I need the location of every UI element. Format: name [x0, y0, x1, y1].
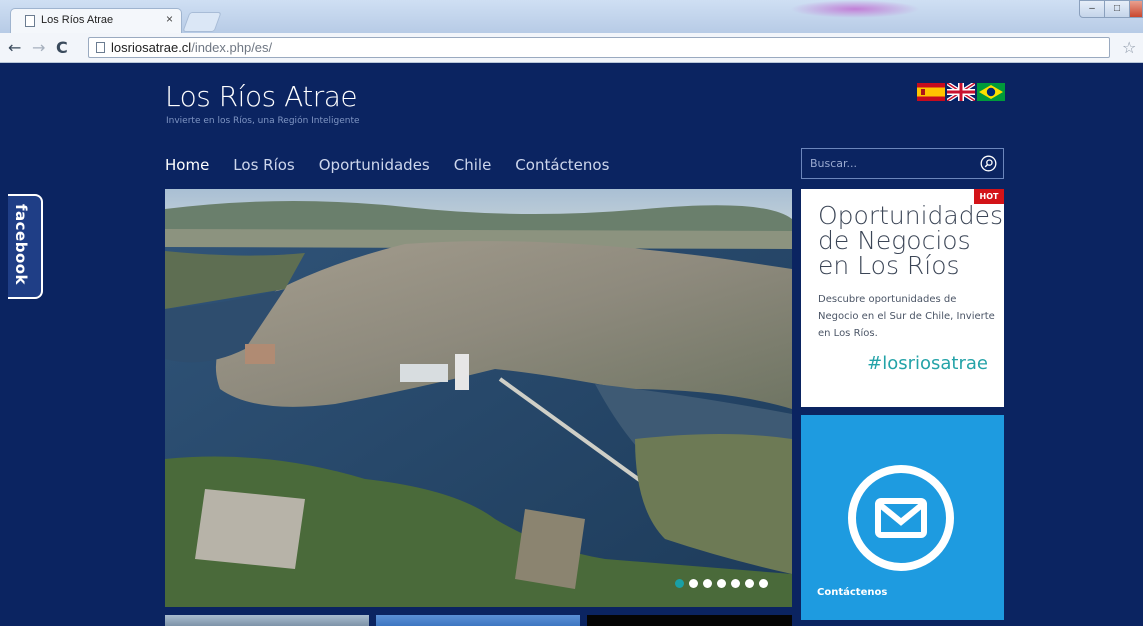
thumbnail-3[interactable]	[587, 615, 792, 626]
mail-icon	[848, 465, 954, 571]
browser-toolbar: ← → C losriosatrae.cl/index.php/es/ ☆	[0, 33, 1143, 63]
tab-close-button[interactable]: ×	[166, 12, 173, 26]
forward-arrow-icon[interactable]: →	[32, 38, 45, 57]
nav-item-los-rios[interactable]: Los Ríos	[233, 156, 294, 174]
slider-dot[interactable]	[731, 579, 740, 588]
tab-title: Los Ríos Atrae	[41, 14, 114, 26]
search-input[interactable]	[802, 149, 967, 178]
url-domain: losriosatrae.cl	[111, 40, 192, 55]
spain-flag-icon[interactable]	[917, 83, 945, 101]
promo-title: Oportunidades de Negocios en Los Ríos	[818, 201, 1004, 280]
hero-slider-image[interactable]	[165, 189, 792, 607]
bookmark-star-icon[interactable]: ☆	[1122, 38, 1136, 57]
window-maximize-button[interactable]: □	[1104, 0, 1130, 18]
slider-dot[interactable]	[759, 579, 768, 588]
reload-icon[interactable]: C	[56, 38, 68, 57]
address-bar[interactable]: losriosatrae.cl/index.php/es/	[88, 37, 1110, 58]
site-tagline: Invierte en los Ríos, una Región Intelig…	[166, 116, 360, 126]
web-page: Los Ríos Atrae Invierte en los Ríos, una…	[0, 63, 1143, 626]
uk-flag-icon[interactable]	[947, 83, 975, 101]
facebook-label: facebook	[12, 204, 30, 286]
slider-dot[interactable]	[703, 579, 712, 588]
back-arrow-icon[interactable]: ←	[8, 38, 21, 57]
brazil-flag-icon[interactable]	[977, 83, 1005, 101]
search-icon[interactable]	[980, 155, 997, 172]
opportunities-card[interactable]: HOT Oportunidades de Negocios en Los Río…	[801, 189, 1004, 407]
window-minimize-button[interactable]: –	[1079, 0, 1105, 18]
slider-dots	[675, 579, 768, 588]
page-icon	[25, 15, 35, 27]
thumbnail-1[interactable]	[165, 615, 369, 626]
browser-tab-bar: Los Ríos Atrae × – □	[0, 0, 1143, 33]
title-bar-decoration	[790, 0, 920, 18]
search-box	[801, 148, 1004, 179]
nav-item-chile[interactable]: Chile	[454, 156, 492, 174]
slider-dot[interactable]	[675, 579, 684, 588]
nav-item-contactenos[interactable]: Contáctenos	[515, 156, 609, 174]
nav-item-home[interactable]: Home	[165, 156, 209, 174]
window-close-button[interactable]	[1129, 0, 1143, 18]
nav-item-oportunidades[interactable]: Oportunidades	[319, 156, 430, 174]
contact-label: Contáctenos	[817, 587, 888, 598]
browser-tab[interactable]: Los Ríos Atrae ×	[10, 8, 182, 33]
facebook-tab[interactable]: facebook	[8, 194, 43, 299]
promo-hashtag[interactable]: #losriosatrae	[867, 353, 988, 374]
slider-dot[interactable]	[717, 579, 726, 588]
page-icon	[96, 42, 105, 53]
new-tab-button[interactable]	[182, 12, 222, 32]
thumbnail-2[interactable]	[376, 615, 580, 626]
slider-dot[interactable]	[689, 579, 698, 588]
promo-text: Descubre oportunidades de Negocio en el …	[818, 294, 995, 339]
url-text[interactable]: losriosatrae.cl/index.php/es/	[111, 40, 272, 55]
slider-dot[interactable]	[745, 579, 754, 588]
url-path: /index.php/es/	[191, 40, 273, 55]
contact-card[interactable]: Contáctenos	[801, 415, 1004, 620]
main-nav: Home Los Ríos Oportunidades Chile Contác…	[165, 156, 609, 174]
site-title[interactable]: Los Ríos Atrae	[165, 80, 358, 113]
aerial-city-photo	[165, 189, 792, 607]
